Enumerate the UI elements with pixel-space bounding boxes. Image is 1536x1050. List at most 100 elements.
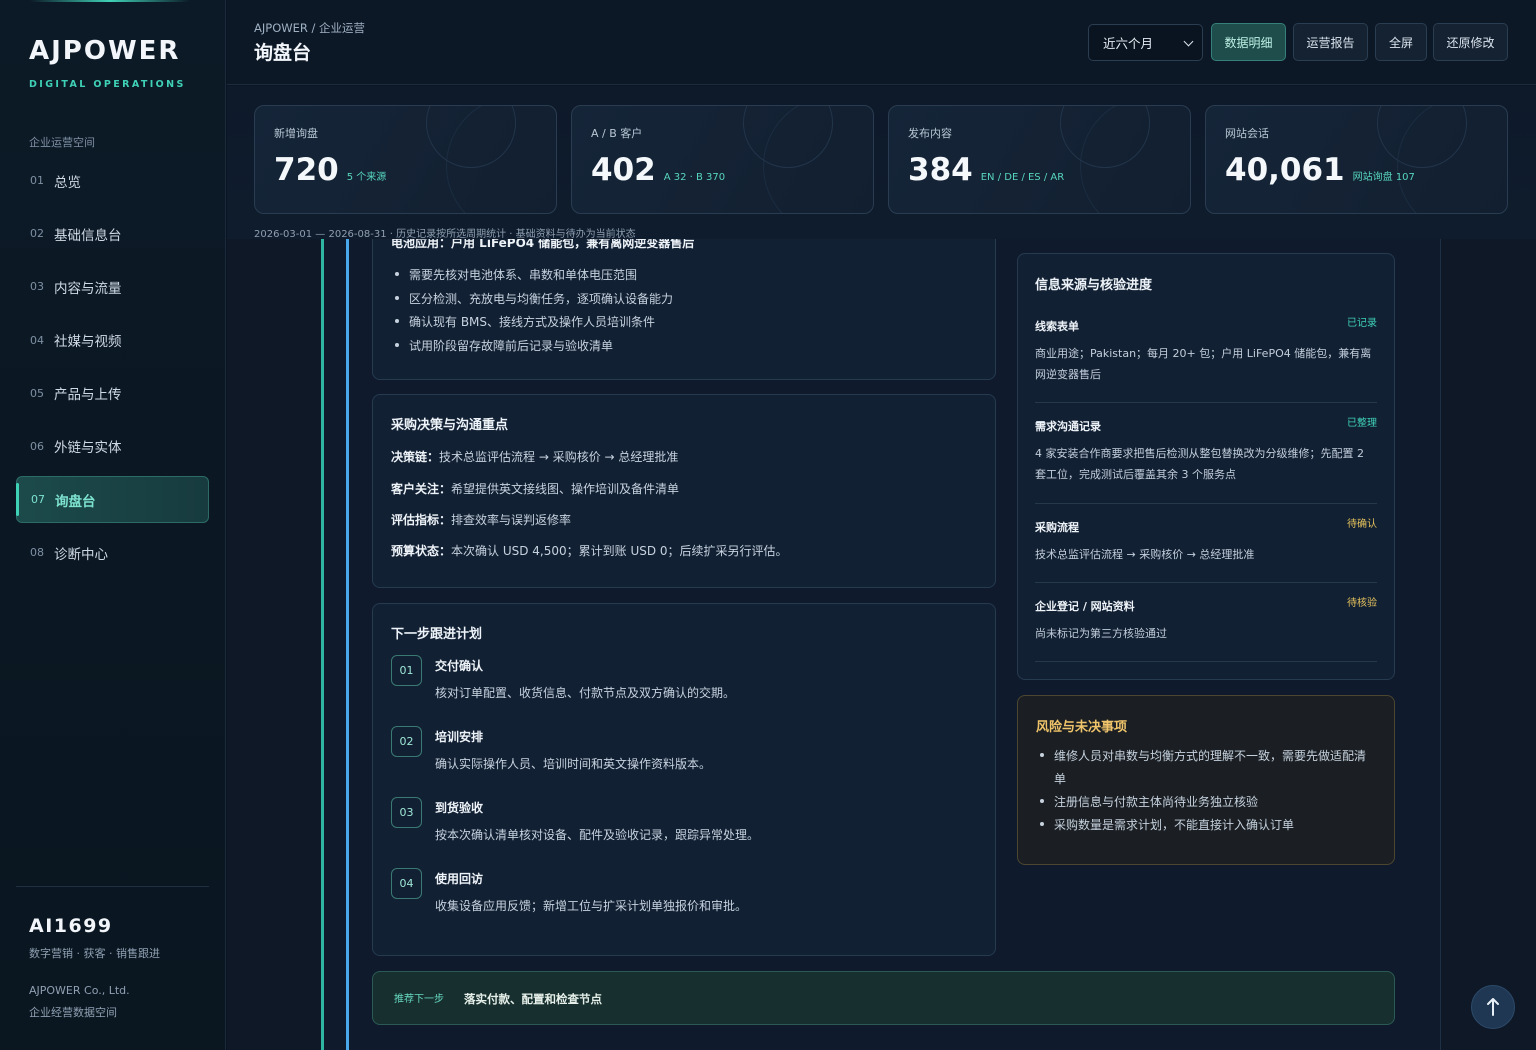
nav-label: 外链与实体 [54, 440, 122, 457]
company-name: AJPOWER Co., Ltd. [29, 984, 130, 997]
sidebar-accent-line [30, 0, 190, 2]
nav-label: 社媒与视频 [54, 334, 122, 351]
nav-label: 诊断中心 [54, 546, 108, 563]
fullscreen-button[interactable]: 全屏 [1375, 23, 1427, 61]
status-badge: 待确认 [1347, 519, 1377, 530]
decision-value: 本次确认 USD 4,500；累计到账 USD 0；后续扩采另行评估。 [451, 544, 788, 558]
step-title: 使用回访 [435, 872, 484, 886]
list-item: 确认现有 BMS、接线方式及操作人员培训条件 [391, 311, 673, 335]
sidebar-item-diagnostics[interactable]: 08 诊断中心 [16, 529, 209, 576]
operations-report-button[interactable]: 运营报告 [1293, 23, 1368, 61]
period-select-value: 近六个月 [1103, 36, 1154, 51]
step-title: 交付确认 [435, 659, 484, 673]
step-description: 核对订单配置、收货信息、付款节点及双方确认的交期。 [435, 686, 736, 700]
divider [1035, 402, 1377, 403]
stat-card-ab-customers[interactable]: A / B 客户 402 A 32 · B 370 [571, 105, 874, 214]
nav-number: 07 [31, 493, 45, 507]
nav-number: 01 [30, 174, 44, 187]
sidebar-item-inquiries[interactable]: 07 询盘台 [16, 476, 209, 524]
sidebar-item-basic-info[interactable]: 02 基础信息台 [16, 210, 209, 257]
requirements-list: 需要先核对电池体系、串数和单体电压范围 区分检测、充放电与均衡任务，逐项确认设备… [391, 264, 673, 358]
sidebar: AJPOWER DIGITAL OPERATIONS 企业运营空间 01 总览 … [0, 0, 226, 1050]
brand-subtitle: DIGITAL OPERATIONS [29, 79, 186, 90]
card-title: 风险与未决事项 [1036, 720, 1128, 735]
stat-label: 网站会话 [1225, 127, 1269, 140]
recommended-next-step[interactable]: 推荐下一步 落实付款、配置和检查节点 [372, 971, 1395, 1025]
chevron-down-icon [1183, 36, 1194, 47]
restore-changes-button[interactable]: 还原修改 [1433, 23, 1508, 61]
step-description: 按本次确认清单核对设备、配件及验收记录，跟踪异常处理。 [435, 828, 760, 842]
source-description: 尚未标记为第三方核验通过 [1035, 627, 1167, 640]
period-select[interactable]: 近六个月 [1088, 24, 1203, 61]
step-title: 到货验收 [435, 801, 484, 815]
next-step-tag: 推荐下一步 [394, 994, 444, 1005]
top-header: AJPOWER / 企业运营 询盘台 近六个月 数据明细 运营报告 全屏 还原修… [227, 0, 1536, 85]
status-badge: 已整理 [1347, 418, 1377, 429]
stat-value: 720 [274, 152, 339, 188]
decision-value: 希望提供英文接线图、操作培训及备件清单 [451, 482, 680, 496]
decision-key: 评估指标： [391, 513, 452, 527]
decision-key: 客户关注： [391, 482, 452, 496]
nav-number: 05 [30, 386, 44, 400]
sidebar-item-links-entities[interactable]: 06 外链与实体 [16, 423, 209, 470]
list-item: 维修人员对串数与均衡方式的理解不一致，需要先做适配清单 [1036, 745, 1376, 791]
workspace-label: 企业运营空间 [29, 136, 95, 149]
stat-label: 发布内容 [908, 127, 952, 140]
risk-card: 风险与未决事项 维修人员对串数与均衡方式的理解不一致，需要先做适配清单 注册信息… [1017, 695, 1395, 865]
decision-value: 排查效率与误判返修率 [451, 513, 572, 527]
decision-row: 客户关注：希望提供英文接线图、操作培训及备件清单 [391, 480, 679, 497]
source-name: 线索表单 [1035, 320, 1079, 333]
nav-number: 02 [30, 227, 44, 241]
card-title: 信息来源与核验进度 [1035, 278, 1153, 293]
main-content: 电池应用：户用 LiFePO4 储能包，兼有离网逆变器售后 需要先核对电池体系、… [227, 239, 1536, 1050]
account-tagline: 数字营销 · 获客 · 销售跟进 [29, 947, 160, 960]
procurement-decision-card: 采购决策与沟通重点 决策链：技术总监评估流程 → 采购核价 → 总经理批准 客户… [372, 394, 996, 588]
nav-number: 06 [30, 439, 44, 453]
nav-label: 内容与流量 [54, 280, 122, 297]
page-title: 询盘台 [254, 42, 312, 64]
brand-logo-text[interactable]: AJPOWER [29, 36, 180, 66]
list-item: 需要先核对电池体系、串数和单体电压范围 [391, 264, 673, 288]
source-name: 企业登记 / 网站资料 [1035, 600, 1135, 613]
nav-label: 基础信息台 [54, 227, 122, 244]
decision-row: 评估指标：排查效率与误判返修率 [391, 511, 571, 528]
list-item: 区分检测、充放电与均衡任务，逐项确认设备能力 [391, 288, 673, 312]
data-detail-button[interactable]: 数据明细 [1211, 23, 1286, 61]
stat-label: 新增询盘 [274, 127, 318, 140]
decision-row: 决策链：技术总监评估流程 → 采购核价 → 总经理批准 [391, 448, 678, 465]
stat-card-new-inquiries[interactable]: 新增询盘 720 5 个来源 [254, 105, 557, 214]
decision-key: 预算状态： [391, 544, 452, 558]
step-number: 04 [391, 868, 422, 899]
nav-label: 询盘台 [55, 493, 96, 510]
card-title: 下一步跟进计划 [391, 627, 483, 642]
stat-card-published-content[interactable]: 发布内容 384 EN / DE / ES / AR [888, 105, 1191, 214]
list-item: 采购数量是需求计划，不能直接计入确认订单 [1036, 814, 1376, 837]
status-badge: 已记录 [1347, 318, 1377, 329]
divider [1035, 503, 1377, 504]
next-step-text: 落实付款、配置和检查节点 [464, 992, 602, 1006]
nav-label: 产品与上传 [54, 387, 122, 404]
sidebar-item-products-upload[interactable]: 05 产品与上传 [16, 370, 209, 417]
stat-note: EN / DE / ES / AR [980, 172, 1065, 183]
stats-band: 新增询盘 720 5 个来源 A / B 客户 402 A 32 · B 370… [227, 86, 1536, 240]
step-title: 培训安排 [435, 730, 484, 744]
nav-label: 总览 [54, 174, 81, 191]
stat-card-site-sessions[interactable]: 网站会话 40,061 网站询盘 107 [1205, 105, 1508, 214]
stat-value: 40,061 [1225, 152, 1345, 188]
decision-key: 决策链： [391, 450, 440, 464]
arrow-up-icon [1487, 998, 1499, 1016]
stat-label: A / B 客户 [591, 127, 643, 140]
source-name: 需求沟通记录 [1035, 420, 1101, 433]
back-to-top-button[interactable] [1471, 985, 1515, 1029]
sidebar-item-overview[interactable]: 01 总览 [16, 157, 209, 204]
stat-value: 384 [908, 152, 973, 188]
breadcrumb: AJPOWER / 企业运营 [254, 21, 366, 35]
stat-note: 5 个来源 [346, 172, 387, 183]
divider [1035, 661, 1377, 662]
card-title: 采购决策与沟通重点 [391, 418, 509, 433]
nav-number: 08 [30, 546, 44, 560]
risk-list: 维修人员对串数与均衡方式的理解不一致，需要先做适配清单 注册信息与付款主体尚待业… [1036, 745, 1376, 837]
sidebar-item-content-traffic[interactable]: 03 内容与流量 [16, 263, 209, 310]
sidebar-item-social-video[interactable]: 04 社媒与视频 [16, 317, 209, 364]
requirements-card: 电池应用：户用 LiFePO4 储能包，兼有离网逆变器售后 需要先核对电池体系、… [372, 239, 996, 380]
